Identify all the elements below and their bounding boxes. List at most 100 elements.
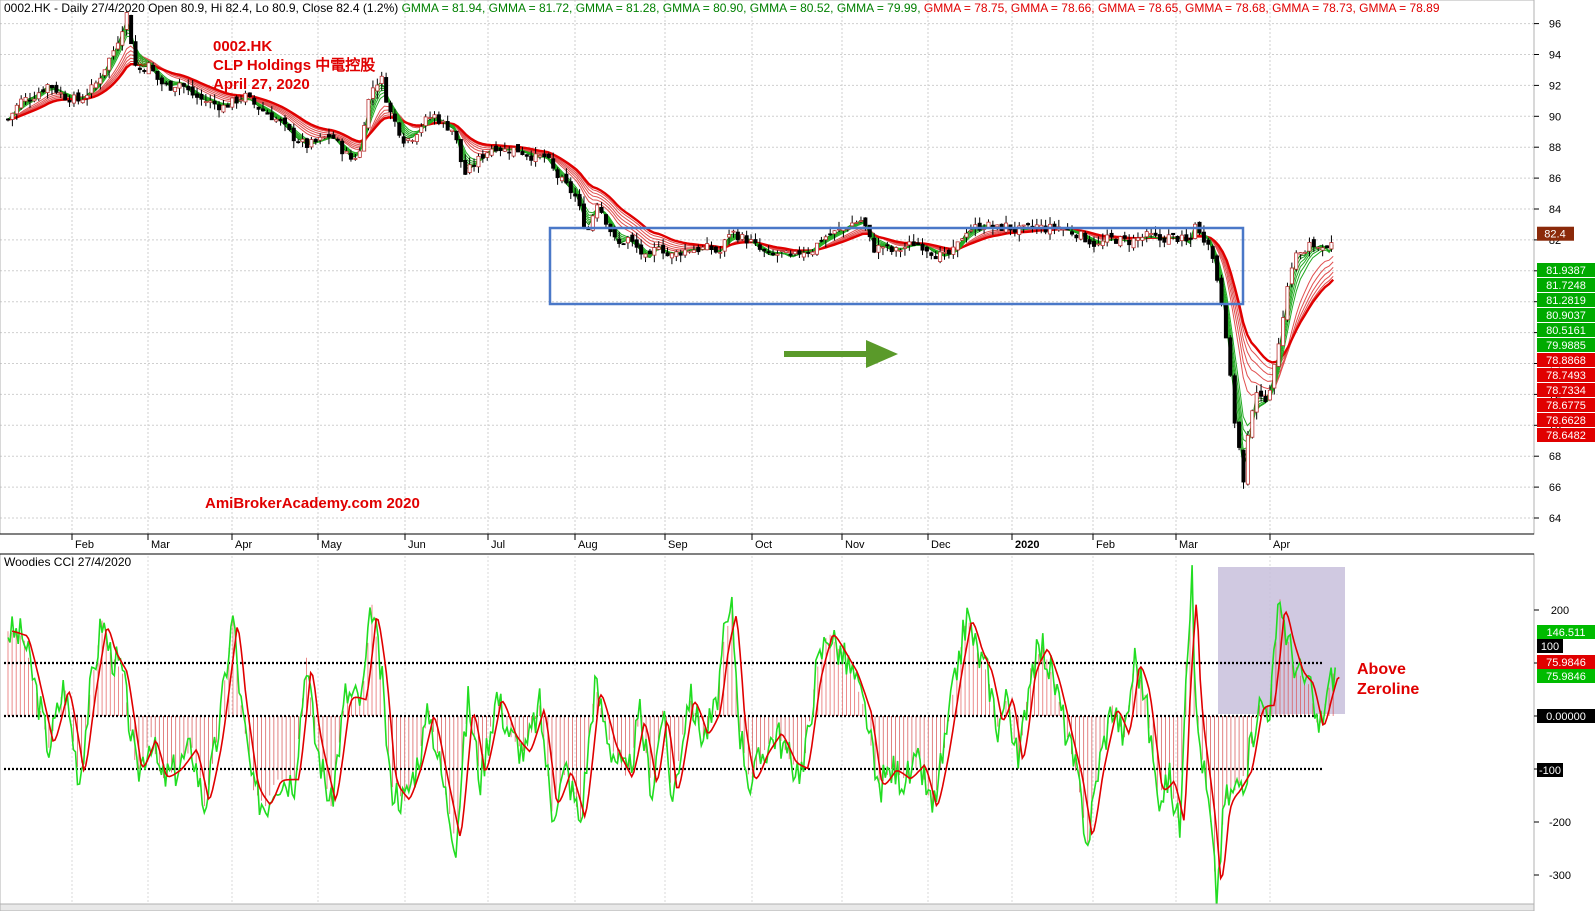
- bottom-scrollbar[interactable]: [0, 903, 1535, 912]
- candle-body: [1281, 317, 1286, 347]
- y-tick-label: 96: [1549, 19, 1561, 31]
- y-tick-label: 86: [1549, 173, 1561, 185]
- candle-body: [907, 241, 912, 246]
- candle-body: [634, 239, 639, 248]
- candle-body: [159, 77, 164, 85]
- candle-body: [102, 69, 107, 76]
- candle-body: [696, 246, 701, 253]
- candle-body: [678, 252, 683, 256]
- candle-body: [458, 139, 463, 163]
- candle-body: [261, 108, 266, 112]
- candle-body: [612, 228, 617, 238]
- candle-body: [599, 207, 604, 213]
- candle-body: [630, 234, 635, 242]
- candle-body: [195, 93, 200, 98]
- candle-body: [929, 252, 934, 256]
- candle-body: [41, 89, 46, 92]
- header-gmma-3: GMMA = 80.90,: [659, 1, 746, 15]
- x-tick-label: Mar: [151, 539, 170, 551]
- candle-body: [863, 217, 868, 227]
- header-gmma-10: GMMA = 78.73,: [1269, 1, 1356, 15]
- header-gmma-2: GMMA = 81.28,: [572, 1, 659, 15]
- candle-body: [247, 92, 252, 98]
- candle-body: [1232, 375, 1237, 424]
- candle-body: [217, 104, 222, 111]
- candle-body: [54, 84, 59, 93]
- candle-body: [392, 113, 397, 122]
- candle-body: [1329, 242, 1334, 250]
- candle-body: [1267, 389, 1272, 401]
- turbo-cci-line: [7, 565, 1336, 909]
- candle-body: [362, 125, 367, 152]
- above-label: Above: [1357, 661, 1406, 678]
- candle-body: [1091, 240, 1096, 247]
- candle-body: [19, 98, 24, 109]
- candle-body: [924, 246, 929, 252]
- candle-body: [322, 136, 327, 139]
- candle-body: [151, 64, 156, 72]
- candle-body: [287, 123, 292, 130]
- candle-body: [419, 126, 424, 133]
- candle-body: [98, 77, 103, 85]
- candle-body: [674, 251, 679, 257]
- candle-body: [230, 97, 235, 108]
- candle-body: [1259, 390, 1264, 397]
- candle-body: [779, 250, 784, 252]
- candle-body: [300, 138, 305, 143]
- candle-body: [480, 154, 485, 159]
- candle-body: [876, 244, 881, 253]
- candle-body: [1237, 421, 1242, 448]
- candle-body: [1171, 232, 1176, 236]
- candle-body: [1193, 223, 1198, 239]
- candle-body: [995, 224, 1000, 228]
- candle-body: [107, 57, 112, 71]
- x-tick-label: Jun: [408, 539, 426, 551]
- candle-body: [735, 231, 740, 241]
- candle-body: [397, 122, 402, 136]
- candle-body: [1316, 246, 1321, 249]
- gmma-value-label: 78.6482: [1546, 430, 1586, 442]
- gmma-value-label: 78.8868: [1546, 355, 1586, 367]
- candle-body: [880, 246, 885, 249]
- candle-body: [80, 99, 85, 104]
- x-tick-label: May: [321, 539, 342, 551]
- candle-body: [740, 234, 745, 240]
- candle-body: [762, 248, 767, 252]
- candle-body: [155, 70, 160, 80]
- candle-body: [705, 243, 710, 251]
- candle-body: [265, 112, 270, 115]
- candle-body: [23, 97, 28, 102]
- candle-body: [1166, 234, 1171, 245]
- x-tick-label: Oct: [755, 539, 772, 551]
- candle-body: [212, 100, 217, 105]
- cci-value-label: -100: [1539, 765, 1561, 777]
- candle-body: [617, 238, 622, 244]
- x-tick-label: Feb: [1096, 539, 1115, 551]
- candle-body: [546, 153, 551, 158]
- lower-grid: [71, 556, 1271, 904]
- gmma-value-label: 80.9037: [1546, 310, 1586, 322]
- candle-body: [432, 114, 437, 119]
- candle-body: [529, 155, 534, 161]
- y-tick-label: 84: [1549, 204, 1561, 216]
- month-x-axis: Feb Mar Apr May Jun Jul Aug Sep Oct Nov Dec 2020 Feb…: [71, 534, 1290, 551]
- candle-body: [27, 99, 32, 102]
- candle-body: [1215, 255, 1220, 281]
- candle-body: [1307, 241, 1312, 252]
- cci-value-label: 146.511: [1547, 627, 1586, 639]
- chart-svg: 0002.HK - Daily 27/4/2020 Open 80.9, Hi …: [0, 0, 1595, 912]
- x-tick-label: Mar: [1179, 539, 1198, 551]
- candle-body: [357, 150, 362, 158]
- candle-body: [775, 253, 780, 256]
- candle-body: [595, 204, 600, 219]
- candle-body: [757, 244, 762, 250]
- candle-body: [1157, 234, 1162, 241]
- gmma-value-label: 79.9885: [1546, 340, 1586, 352]
- header-gmma-5: GMMA = 79.99,: [834, 1, 921, 15]
- x-tick-label: Dec: [931, 539, 951, 551]
- candle-body: [727, 234, 732, 238]
- candle-body: [1127, 239, 1132, 246]
- candle-body: [67, 100, 72, 103]
- gmma-long-line: [7, 63, 1335, 364]
- candle-body: [1100, 240, 1105, 246]
